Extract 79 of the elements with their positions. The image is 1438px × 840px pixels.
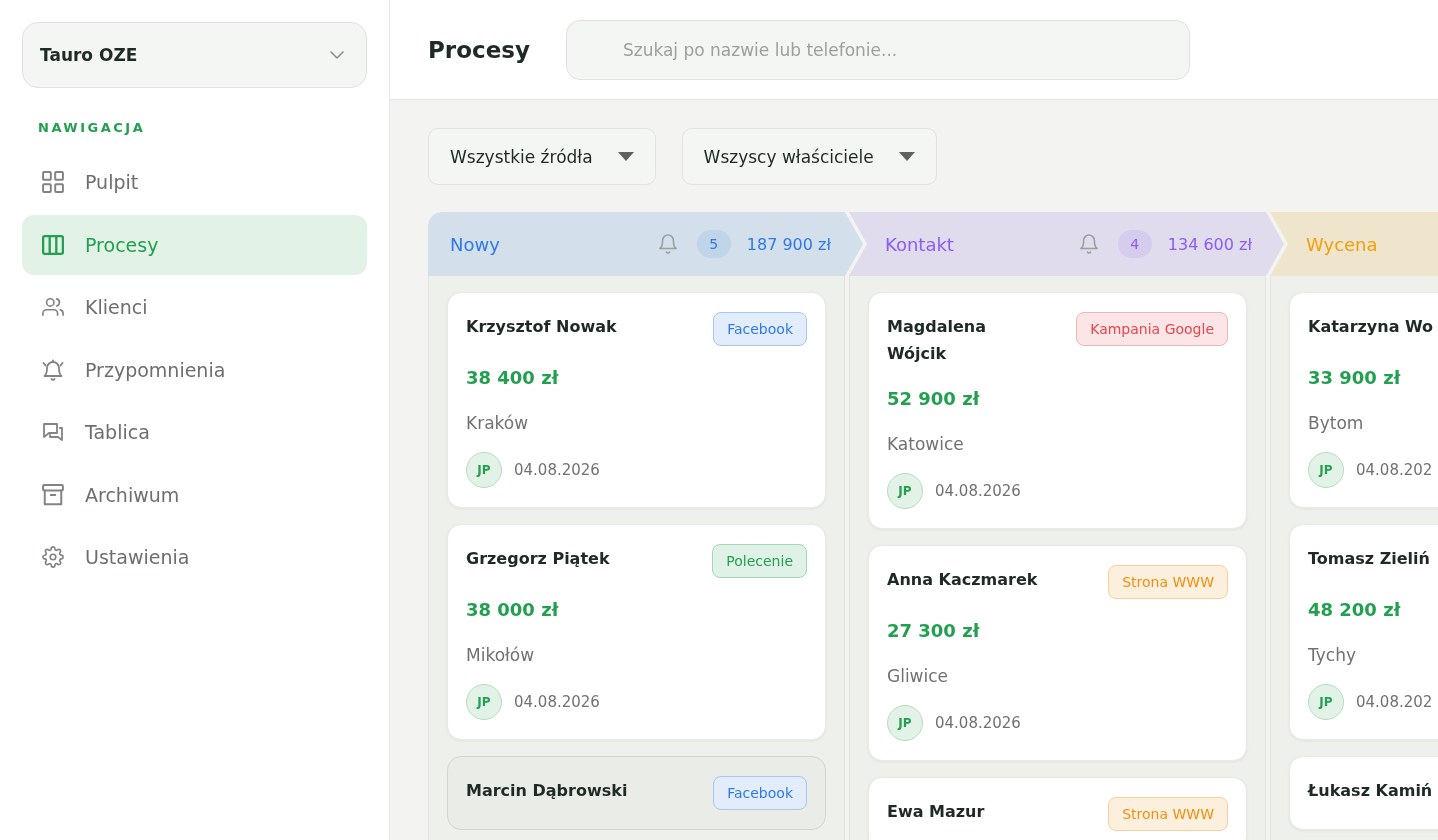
- lead-card[interactable]: Anna Kaczmarek Strona WWW 27 300 zł Gliwice JP 04.08.2026: [868, 545, 1247, 761]
- nav-item[interactable]: Ustawienia: [22, 527, 367, 587]
- deal-amount: 48 200 zł: [1308, 598, 1401, 622]
- client-name: Grzegorz Piątek: [466, 548, 610, 570]
- column-title: Kontakt: [885, 233, 954, 255]
- owner-avatar: JP: [887, 473, 923, 509]
- client-name: Marcin Dąbrowski: [466, 780, 628, 802]
- city-label: Kraków: [466, 412, 529, 434]
- nav-item[interactable]: Pulpit: [22, 152, 367, 212]
- lead-card[interactable]: Marcin Dąbrowski Facebook: [447, 756, 826, 830]
- owner-avatar: JP: [1308, 452, 1344, 488]
- deal-amount: 33 900 zł: [1308, 366, 1401, 390]
- section-label: NAWIGACJA: [38, 119, 146, 137]
- client-name: Łukasz Kamiń: [1308, 780, 1433, 802]
- count-badge: 5: [696, 230, 731, 258]
- date-label: 04.08.202: [1356, 693, 1433, 711]
- deal-amount: 38 400 zł: [466, 366, 559, 390]
- grid-icon: [42, 171, 64, 193]
- client-name: Krzysztof Nowak: [466, 316, 617, 338]
- bell-icon: [42, 358, 64, 381]
- source-tag: Strona WWW: [1108, 797, 1228, 831]
- source-tag: Kampania Google: [1076, 312, 1228, 346]
- date-label: 04.08.2026: [514, 461, 600, 479]
- chevron-down-icon: [330, 51, 344, 59]
- chat-bubbles-icon: [42, 421, 64, 443]
- column-total: 187 900 zł: [746, 234, 831, 254]
- bell-icon[interactable]: [1079, 234, 1098, 254]
- client-name: Katarzyna Wo: [1308, 316, 1434, 338]
- page-title: Procesy: [428, 36, 530, 63]
- lead-card[interactable]: Krzysztof Nowak Facebook 38 400 zł Kraków JP 04.08.2026: [447, 292, 826, 508]
- lead-card[interactable]: Ewa Mazur Strona WWW: [868, 777, 1247, 840]
- lead-card[interactable]: Tomasz Zieliń 48 200 zł Tychy JP 04.08.202: [1289, 524, 1438, 740]
- client-name: Ewa Mazur: [887, 801, 985, 823]
- deal-amount: 52 900 zł: [887, 387, 980, 411]
- lead-card[interactable]: Łukasz Kamiń: [1289, 756, 1438, 830]
- source-tag: Facebook: [713, 776, 807, 810]
- nav-item[interactable]: Przypomnienia: [22, 339, 367, 400]
- deal-amount: 27 300 zł: [887, 619, 980, 643]
- column-total: 134 600 zł: [1167, 234, 1252, 254]
- city-label: Tychy: [1308, 644, 1356, 666]
- count-badge: 4: [1117, 230, 1152, 258]
- workspace-selector[interactable]: Tauro OZE: [22, 22, 367, 88]
- filter-dropdown[interactable]: Wszystkie źródła: [428, 128, 656, 185]
- search-field[interactable]: Szukaj po nazwie lub telefonie...: [565, 19, 1190, 80]
- source-tag: Polecenie: [712, 544, 807, 578]
- filter-dropdown[interactable]: Wszyscy właściciele: [681, 128, 937, 185]
- column-title: Nowy: [450, 233, 500, 255]
- lead-card[interactable]: Katarzyna Wo 33 900 zł Bytom JP 04.08.202: [1289, 292, 1438, 508]
- city-label: Katowice: [887, 433, 964, 455]
- date-label: 04.08.2026: [514, 693, 600, 711]
- client-name: Tomasz Zieliń: [1308, 548, 1430, 570]
- caret-icon: [617, 152, 634, 161]
- client-name: Anna Kaczmarek: [887, 569, 1038, 591]
- nav-item[interactable]: Klienci: [22, 277, 367, 337]
- caret-icon: [898, 152, 915, 161]
- date-label: 04.08.202: [1356, 461, 1433, 479]
- lead-card[interactable]: Grzegorz Piątek Polecenie 38 000 zł Mikołów JP 04.08.2026: [447, 524, 826, 740]
- people-icon: [42, 296, 64, 318]
- owner-avatar: JP: [466, 452, 502, 488]
- source-tag: Facebook: [713, 312, 807, 346]
- date-label: 04.08.2026: [935, 482, 1021, 500]
- client-name: Magdalena Wójcik: [887, 316, 987, 365]
- bell-icon[interactable]: [658, 234, 677, 254]
- city-label: Gliwice: [887, 665, 949, 687]
- nav-item[interactable]: Tablica: [22, 402, 367, 462]
- owner-avatar: JP: [887, 705, 923, 741]
- nav-item[interactable]: Archiwum: [22, 464, 367, 525]
- date-label: 04.08.2026: [935, 714, 1021, 732]
- owner-avatar: JP: [466, 684, 502, 720]
- column-title: Wycena: [1306, 233, 1378, 255]
- columns-icon: [42, 233, 64, 256]
- deal-amount: 38 000 zł: [466, 598, 559, 622]
- archive-box-icon: [42, 483, 64, 506]
- source-tag: Strona WWW: [1108, 565, 1228, 599]
- city-label: Bytom: [1308, 412, 1364, 434]
- lead-card[interactable]: Magdalena Wójcik Kampania Google 52 900 zł Katowice JP 04.08.2026: [868, 292, 1247, 529]
- owner-avatar: JP: [1308, 684, 1344, 720]
- city-label: Mikołów: [466, 644, 535, 666]
- settings-icon: [42, 546, 64, 568]
